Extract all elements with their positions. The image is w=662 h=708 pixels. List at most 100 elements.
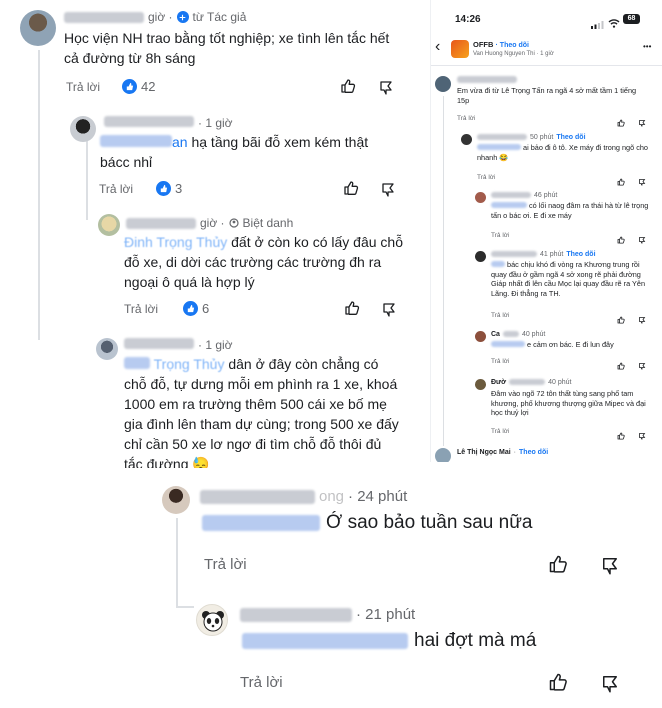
like-icon[interactable] [548,672,568,697]
avatar[interactable] [98,214,120,236]
page-name[interactable]: OFFB · Theo dõi [473,40,529,49]
reply-button[interactable]: Trả lời [124,302,158,316]
redacted-mention [202,515,320,531]
avatar[interactable] [475,251,486,262]
like-count[interactable]: 42 [122,79,155,94]
follow-button[interactable]: Theo dõi [566,251,595,258]
post-header: ‹ OFFB · Theo dõi Van Huong Nguyen Thi ·… [431,36,662,66]
mention-link[interactable]: Trọng Thủy [154,356,225,372]
reply-button[interactable]: Trả lời [66,80,100,94]
dislike-icon[interactable] [638,357,646,375]
like-icon[interactable] [617,357,625,375]
dislike-icon[interactable] [600,673,620,698]
avatar[interactable] [475,379,486,390]
author-badge-label: từ Tác giả [192,10,247,24]
like-icon[interactable] [617,427,625,445]
comment-meta: ong · 24 phút [200,488,407,505]
like-icon[interactable] [617,114,625,132]
follow-button[interactable]: Theo dõi [519,449,548,456]
post-sub: Van Huong Nguyen Thi · 1 giờ [473,51,554,57]
comment-text: an hạ tầng bãi đỗ xem kém thật bácc nhỉ [100,132,400,172]
redacted-mention [491,202,527,208]
redacted-mention [100,135,172,147]
follow-button[interactable]: · Theo dõi [496,42,529,49]
author-name-tail: ong [319,488,345,505]
page-avatar[interactable] [451,40,469,58]
comment-meta: giờ · Biệt danh [126,216,293,230]
dislike-icon[interactable] [378,79,394,100]
comment-text: ai bảo đi ô tô. Xe máy đi trong ngõ cho … [477,143,648,162]
redacted-author [477,134,527,140]
reply-button[interactable]: Trả lời [99,182,133,196]
redacted-mention [477,144,521,150]
comment-text: bác chịu khó đi vòng ra Khương trung rồi… [491,260,646,298]
reply-button[interactable]: Trả lời [491,358,509,365]
back-icon[interactable]: ‹ [435,38,440,56]
comment-meta: · 21 phút [240,606,415,623]
comment-meta: 41 phút Theo dõi [491,251,596,258]
redacted-author [457,76,517,83]
signal-icon [591,16,605,34]
comment-text: Em vừa đi từ Lê Trọng Tấn ra ngã 4 sở mấ… [457,86,637,105]
comment-time: · 1 giờ [198,338,233,352]
like-icon[interactable] [340,78,356,99]
author-badge-icon [176,11,189,23]
dislike-icon[interactable] [600,555,620,580]
avatar[interactable] [435,76,451,92]
like-icon[interactable] [548,554,568,579]
comment-text: hai đợt mà má [242,630,536,652]
reply-button[interactable]: Trả lời [204,556,247,573]
panda-avatar[interactable] [196,604,228,636]
avatar[interactable] [475,331,486,342]
redacted-author [126,217,196,229]
redacted-author [240,607,352,622]
nickname-label: Biệt danh [242,216,294,230]
dislike-icon[interactable] [638,231,646,249]
comment-meta: 46 phút [491,192,557,199]
avatar[interactable] [461,134,472,145]
dislike-icon[interactable] [638,114,646,132]
dislike-icon[interactable] [638,173,646,191]
reply-button[interactable]: Trả lời [477,174,495,181]
like-reaction-icon [156,181,171,196]
phone-screenshot: 14:26 68 ‹ OFFB · Theo dõi Van Huong Ngu… [430,0,662,462]
avatar[interactable] [162,486,190,514]
more-options-icon[interactable]: ••• [643,42,651,51]
follow-button[interactable]: Theo dõi [556,134,585,141]
thread-line [86,140,88,220]
mention-link[interactable]: Đinh Trọng Thủy [124,234,227,250]
reply-button[interactable]: Trả lời [491,312,509,319]
comment-meta: 50 phút Theo dõi [477,134,586,141]
thread-line [176,606,194,608]
redacted-mention [491,341,525,347]
reply-button[interactable]: Trả lời [491,428,509,435]
avatar[interactable] [70,116,96,142]
like-icon[interactable] [343,180,359,201]
like-icon[interactable] [617,311,625,329]
mention-link[interactable]: an [172,134,188,150]
thread-line [443,96,444,446]
avatar[interactable] [96,338,118,360]
avatar[interactable] [435,448,451,462]
comment-text: Ớ sao bảo tuần sau nữa [202,512,533,534]
dislike-icon[interactable] [380,181,396,202]
comment-time: giờ · [148,10,173,24]
thread-line [176,518,178,608]
comment-meta: giờ · từ Tác giả [64,10,246,24]
dislike-icon[interactable] [638,311,646,329]
like-count[interactable]: 6 [183,301,209,316]
like-icon[interactable] [617,173,625,191]
reply-button[interactable]: Trả lời [491,232,509,239]
like-count[interactable]: 3 [156,181,182,196]
reply-button[interactable]: Trả lời [457,115,475,122]
redacted-author [491,192,531,198]
dislike-icon[interactable] [381,301,397,322]
battery-level: 68 [627,15,636,22]
like-icon[interactable] [617,231,625,249]
avatar[interactable] [20,10,56,46]
avatar[interactable] [475,192,486,203]
redacted-mention [124,357,150,369]
reply-button[interactable]: Trả lời [240,674,283,691]
dislike-icon[interactable] [638,427,646,445]
like-icon[interactable] [344,300,360,321]
